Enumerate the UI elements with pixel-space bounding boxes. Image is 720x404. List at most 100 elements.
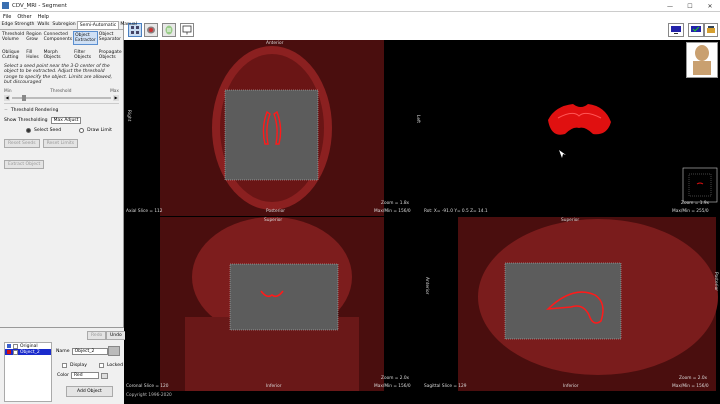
display-label: Display [70,363,87,368]
tab-bar: Edge Strength Walls Subregion Semi-Autom… [0,21,137,30]
render-zoom-label: Zoom = 1.9x [681,201,710,206]
show-thresholding-label: Show Thresholding [4,118,48,124]
render-maxmin-label: Max/Min = 255/0 [672,209,709,214]
color-dropdown[interactable]: Red [71,372,99,379]
color-label: Color [57,373,69,378]
threshold-slider[interactable]: ◀ ▶ [4,95,119,102]
show-thresholding-dropdown[interactable]: Max Adjust [50,117,82,125]
axial-zoom-label: Zoom = 1.8x [381,201,410,206]
name-input[interactable]: Object_2 [71,348,108,355]
select-seed-label: Select Seed [34,128,62,134]
tool-object-separator[interactable]: Object Separator [98,31,123,45]
object-list[interactable]: Original Object_2 [4,342,52,402]
slider-right-arrow-icon[interactable]: ▶ [113,95,119,102]
locked-label: Locked [106,363,123,368]
monitor-icon[interactable] [668,23,684,37]
sagittal-slice-label: Sagittal Slice = 129 [424,384,467,389]
coronal-top-label: Superior [264,218,283,223]
collapse-icon[interactable]: − [4,108,8,113]
axial-top-label: Anterior [266,41,284,46]
list-item[interactable]: Object_2 [5,349,51,355]
tool-propagate-objects[interactable]: Propagate Objects [98,49,123,61]
monitor-check-icon[interactable] [688,23,704,37]
object-color-icon [7,344,11,348]
tool-oblique-cutting[interactable]: Oblique Cutting [1,49,25,61]
tool-connected-components[interactable]: Connected Components [43,31,73,45]
threshold-rendering-label: Threshold Rendering [10,108,59,114]
head-view-icon[interactable] [162,23,176,37]
trash-icon[interactable] [108,346,120,356]
title-bar: CDV_MRI - Segment — ☐ ✕ [0,0,720,12]
sagittal-bottom-label: Inferior [563,384,579,389]
tool-region-grow[interactable]: Region Grow [25,31,42,45]
export-icon[interactable] [180,23,194,37]
slider-left-arrow-icon[interactable]: ◀ [4,95,10,102]
visibility-checkbox[interactable] [13,349,18,355]
object-color-icon [7,350,11,354]
axial-maxmin-label: Max/Min = 156/0 [374,209,411,214]
sagittal-right-label: Posterior [713,272,718,291]
sagittal-left-label: Anterior [424,277,429,295]
axial-left-label: Right [126,110,131,122]
menu-other[interactable]: Other [14,14,34,20]
tool-filter-objects[interactable]: Filter Objects [73,49,98,61]
tab-walls[interactable]: Walls [36,21,51,29]
color-picker-icon[interactable] [101,372,108,379]
coronal-view[interactable]: Superior Inferior Coronal Slice = 120 Zo… [125,217,422,391]
axial-bottom-label: Posterior [266,209,285,214]
undo-button[interactable]: Undo [106,331,126,340]
slider-thumb[interactable] [22,95,26,102]
object-name: Object_2 [20,349,40,355]
toolbar [124,21,720,40]
sagittal-maxmin-label: Max/Min = 156/0 [672,384,709,389]
tool-object-extractor[interactable]: Object Extractor [73,31,98,45]
minimize-button[interactable]: — [660,0,680,12]
orientation-head-icon[interactable] [686,42,718,78]
slider-max-label: Max [110,89,119,95]
render-3d-view[interactable]: Rot: X= -91.0 Y= 0.5 Z= 14.1 Zoom = 1.9x… [423,40,720,216]
tool-morph-objects[interactable]: Morph Objects [43,49,73,61]
app-icon [2,2,9,9]
display-checkbox[interactable] [62,363,67,368]
object-panel: Redo Undo Original Object_2 Name Object_… [0,327,126,404]
axial-view[interactable]: Anterior Posterior Right Left Axial Slic… [125,40,422,216]
render-coords-label: Rot: X= -91.0 Y= 0.5 Z= 14.1 [424,209,488,214]
tab-edge-strength[interactable]: Edge Strength [0,21,36,29]
locked-checkbox[interactable] [98,363,104,368]
tool-fill-holes[interactable]: Fill Holes [25,49,42,61]
tool-threshold-volume[interactable]: Threshold Volume [1,31,25,45]
coronal-maxmin-label: Max/Min = 156/0 [374,384,411,389]
sagittal-zoom-label: Zoom = 2.0x [679,376,708,381]
reset-limits-button[interactable]: Reset Limits [42,139,79,149]
sagittal-top-label: Superior [561,218,580,223]
draw-limit-label: Draw Limit [87,128,112,134]
brain-view-icon[interactable] [144,23,158,37]
copyright-label: Copyright 1996-2020 [126,393,172,398]
draw-limit-radio[interactable] [79,128,85,134]
tool-description: Select a seed point near the 3-D center … [4,64,113,85]
reset-seeds-button[interactable]: Reset Seeds [4,139,40,149]
tool-grid: Threshold Volume Region Grow Connected C… [0,30,123,62]
tab-semi-automatic[interactable]: Semi-Automatic [77,21,119,29]
maximize-button[interactable]: ☐ [680,0,700,12]
axial-slice-label: Axial Slice = 112 [126,209,163,214]
menu-file[interactable]: File [0,14,14,20]
menu-bar: File Other Help [0,12,720,21]
settings-icon[interactable] [704,23,718,37]
extract-object-button[interactable]: Extract Object [4,160,45,170]
redo-button[interactable]: Redo [87,331,107,340]
tab-manual[interactable]: Manual [119,21,139,29]
slider-min-label: Min [4,89,12,95]
menu-help[interactable]: Help [35,14,52,20]
visibility-checkbox[interactable] [13,343,18,349]
coronal-zoom-label: Zoom = 2.0x [381,376,410,381]
object-name: Original [20,343,38,349]
tab-subregion[interactable]: Subregion [51,21,77,29]
coronal-slice-label: Coronal Slice = 120 [126,384,169,389]
close-button[interactable]: ✕ [700,0,720,12]
slider-track[interactable] [12,97,111,100]
add-object-button[interactable]: Add Object [66,386,113,397]
select-seed-radio[interactable] [26,128,31,134]
sagittal-view[interactable]: Superior Inferior Anterior Posterior Sag… [423,217,720,391]
window-title: CDV_MRI - Segment [12,2,67,9]
